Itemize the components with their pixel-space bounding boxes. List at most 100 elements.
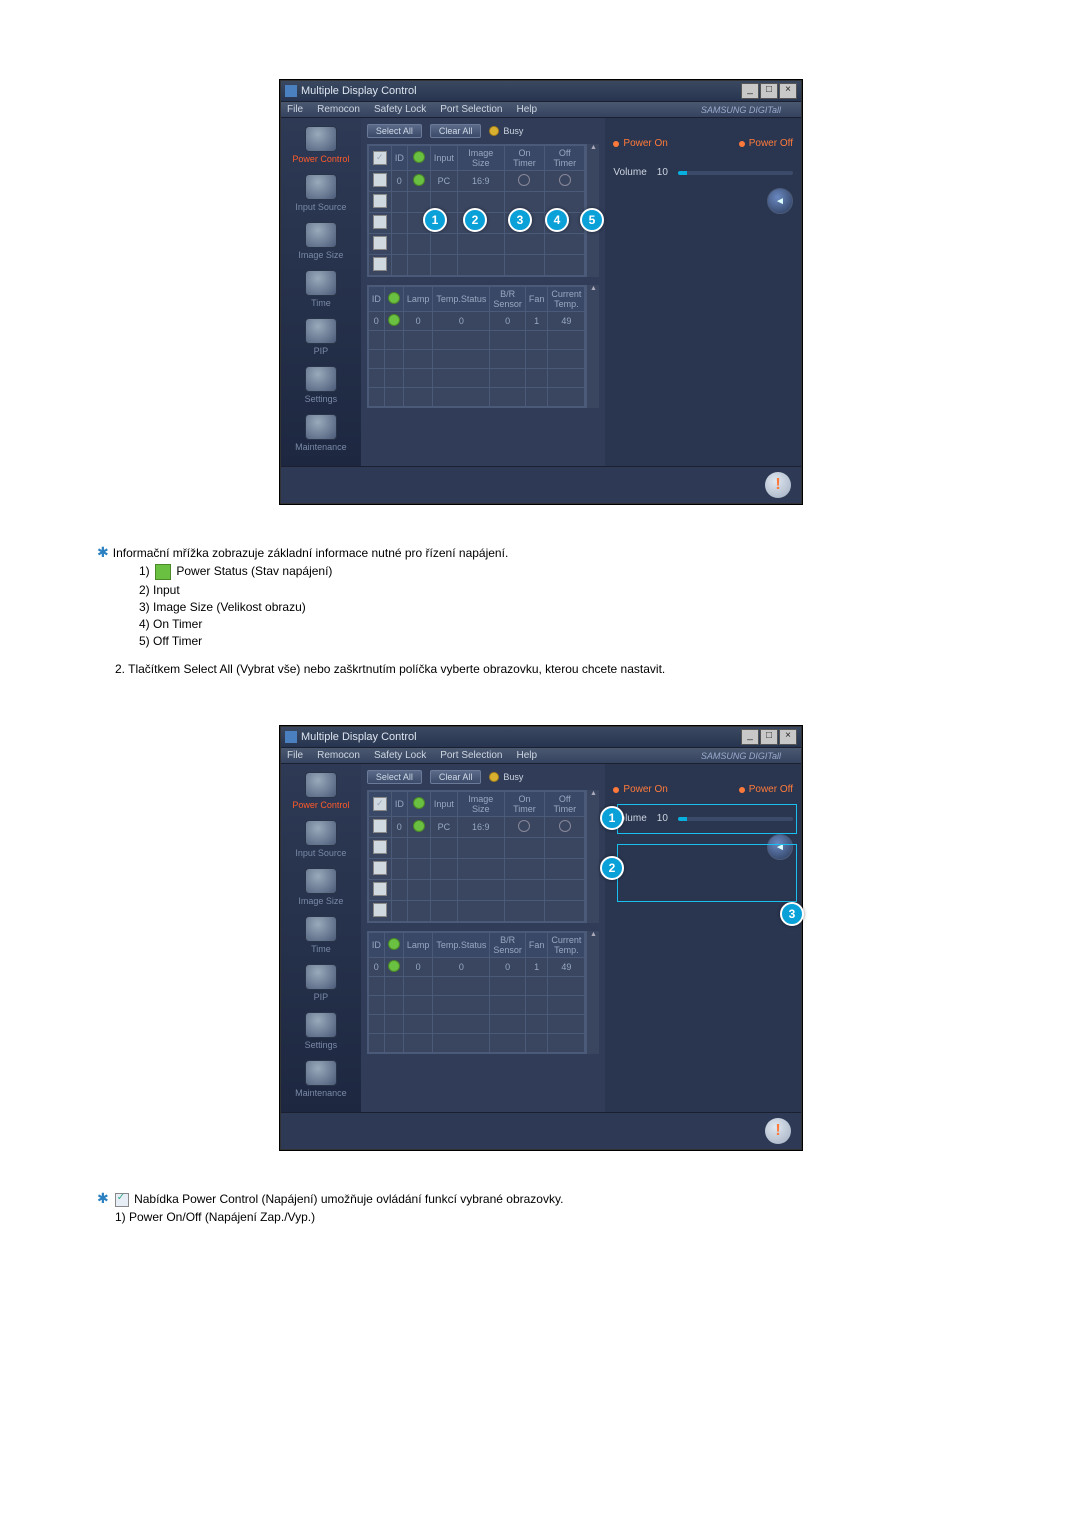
select-all-button[interactable]: Select All — [367, 770, 422, 784]
table-row[interactable]: 0 0 0 0 1 49 — [368, 312, 585, 331]
table-row[interactable]: 0 PC 16:9 — [368, 171, 585, 192]
menu-remocon[interactable]: Remocon — [317, 750, 360, 761]
row-checkbox[interactable] — [373, 882, 387, 896]
doc-text-1: ✱Informační mřížka zobrazuje základní in… — [115, 544, 990, 676]
cell-input: PC — [430, 171, 457, 192]
volume-slider[interactable] — [678, 171, 793, 175]
sidebar-item-input-source[interactable]: Input Source — [281, 172, 361, 220]
menu-port-selection[interactable]: Port Selection — [440, 104, 502, 115]
power-on-button[interactable]: Power On — [613, 138, 667, 149]
close-button[interactable]: × — [779, 729, 797, 745]
menu-help[interactable]: Help — [516, 750, 537, 761]
cell-br-sensor: 0 — [490, 312, 526, 331]
menu-help[interactable]: Help — [516, 104, 537, 115]
menu-remocon[interactable]: Remocon — [317, 104, 360, 115]
menu-safety-lock[interactable]: Safety Lock — [374, 750, 426, 761]
clear-all-button[interactable]: Clear All — [430, 770, 482, 784]
scrollbar[interactable] — [586, 790, 599, 923]
busy-label: Busy — [503, 126, 523, 136]
row-checkbox[interactable] — [373, 257, 387, 271]
table-row[interactable] — [368, 255, 585, 276]
table-row[interactable] — [368, 880, 585, 901]
sidebar-item-input-source[interactable]: Input Source — [281, 818, 361, 866]
scrollbar[interactable] — [586, 931, 599, 1054]
sidebar-item-image-size[interactable]: Image Size — [281, 220, 361, 268]
maximize-button[interactable]: □ — [760, 83, 778, 99]
col-fan: Fan — [525, 287, 548, 312]
table-row[interactable]: 0 0 0 0 1 49 — [368, 958, 585, 977]
table-row[interactable] — [368, 1034, 585, 1053]
star-icon: ✱ — [97, 544, 109, 560]
table-row[interactable] — [368, 996, 585, 1015]
sidebar-item-label: Power Control — [292, 154, 349, 164]
row-checkbox[interactable] — [373, 194, 387, 208]
sidebar-item-settings[interactable]: Settings — [281, 364, 361, 412]
clear-all-button[interactable]: Clear All — [430, 124, 482, 138]
sidebar-item-power-control[interactable]: Power Control — [281, 124, 361, 172]
row-checkbox[interactable] — [373, 819, 387, 833]
table-row[interactable] — [368, 1015, 585, 1034]
row-checkbox[interactable] — [373, 861, 387, 875]
callout-1: 1 — [423, 208, 447, 232]
table-row[interactable]: 0 PC 16:9 — [368, 817, 585, 838]
menubar: File Remocon Safety Lock Port Selection … — [281, 102, 801, 118]
sidebar-item-time[interactable]: Time — [281, 268, 361, 316]
select-all-button[interactable]: Select All — [367, 124, 422, 138]
table-row[interactable] — [368, 977, 585, 996]
power-status-icon — [413, 820, 425, 832]
sidebar-item-settings[interactable]: Settings — [281, 1010, 361, 1058]
row-checkbox[interactable] — [373, 903, 387, 917]
sidebar-item-label: PIP — [314, 346, 329, 356]
table-row[interactable] — [368, 234, 585, 255]
menu-port-selection[interactable]: Port Selection — [440, 750, 502, 761]
row-checkbox[interactable] — [373, 215, 387, 229]
sidebar-item-image-size[interactable]: Image Size — [281, 866, 361, 914]
col-off-timer: Off Timer — [545, 792, 585, 817]
power-on-button[interactable]: Power On — [613, 784, 667, 795]
table-row[interactable] — [368, 369, 585, 388]
table-row[interactable] — [368, 388, 585, 407]
minimize-button[interactable]: _ — [741, 729, 759, 745]
sidebar-item-pip[interactable]: PIP — [281, 316, 361, 364]
sidebar-item-power-control[interactable]: Power Control — [281, 770, 361, 818]
footer-1: 1) Power On/Off (Napájení Zap./Vyp.) — [115, 1210, 990, 1224]
scrollbar[interactable] — [586, 285, 599, 408]
on-timer-icon — [518, 174, 530, 186]
status-grid: ID Lamp Temp.Status B/R Sensor Fan Curre… — [367, 285, 587, 408]
cell-temp-status: 0 — [433, 312, 490, 331]
header-checkbox[interactable]: ✓ — [373, 797, 387, 811]
col-current-temp: Current Temp. — [548, 287, 585, 312]
power-status-inline-icon — [155, 564, 171, 580]
sidebar-item-time[interactable]: Time — [281, 914, 361, 962]
col-id: ID — [391, 792, 407, 817]
col-id2: ID — [368, 933, 384, 958]
header-checkbox[interactable]: ✓ — [373, 151, 387, 165]
table-row[interactable] — [368, 859, 585, 880]
power-status-icon — [413, 174, 425, 186]
menu-file[interactable]: File — [287, 750, 303, 761]
power-panel: Power On Power Off Volume 10 ◄ — [605, 764, 801, 1112]
speaker-icon[interactable]: ◄ — [767, 834, 793, 860]
volume-slider[interactable] — [678, 817, 793, 821]
table-row[interactable] — [368, 901, 585, 922]
col-temp-status: Temp.Status — [433, 287, 490, 312]
cell-image-size: 16:9 — [457, 171, 504, 192]
table-row[interactable] — [368, 838, 585, 859]
row-checkbox[interactable] — [373, 236, 387, 250]
menu-file[interactable]: File — [287, 104, 303, 115]
row-checkbox[interactable] — [373, 173, 387, 187]
maximize-button[interactable]: □ — [760, 729, 778, 745]
sidebar-item-maintenance[interactable]: Maintenance — [281, 412, 361, 460]
minimize-button[interactable]: _ — [741, 83, 759, 99]
sidebar-item-pip[interactable]: PIP — [281, 962, 361, 1010]
pip-icon — [305, 318, 337, 344]
power-off-button[interactable]: Power Off — [739, 784, 793, 795]
menu-safety-lock[interactable]: Safety Lock — [374, 104, 426, 115]
table-row[interactable] — [368, 350, 585, 369]
table-row[interactable] — [368, 331, 585, 350]
row-checkbox[interactable] — [373, 840, 387, 854]
speaker-icon[interactable]: ◄ — [767, 188, 793, 214]
power-off-button[interactable]: Power Off — [739, 138, 793, 149]
close-button[interactable]: × — [779, 83, 797, 99]
sidebar-item-maintenance[interactable]: Maintenance — [281, 1058, 361, 1106]
